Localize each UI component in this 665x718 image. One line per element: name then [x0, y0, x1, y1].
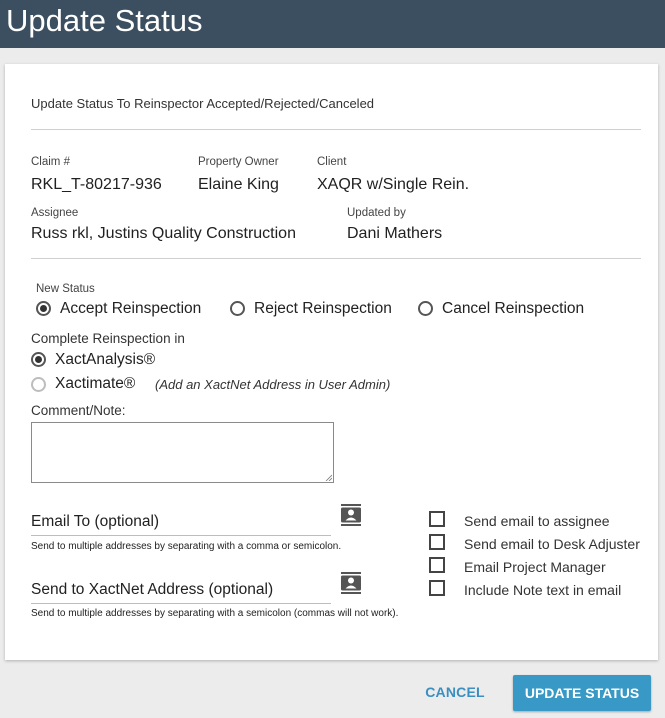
comment-label: Comment/Note: — [31, 403, 126, 418]
checkbox-send-email-assignee[interactable] — [429, 511, 445, 527]
claim-number: RKL_T-80217-936 — [31, 176, 162, 193]
divider — [31, 258, 641, 259]
radio-cancel-reinspection[interactable] — [418, 301, 433, 316]
email-to-underline — [31, 535, 331, 536]
client-value: XAQR w/Single Rein. — [317, 176, 470, 193]
radio-xactimate-label[interactable]: Xactimate® — [55, 375, 135, 393]
xactnet-help: Send to multiple addresses by separating… — [31, 608, 399, 619]
divider — [31, 129, 641, 130]
form-subtitle: Update Status To Reinspector Accepted/Re… — [31, 96, 375, 111]
xactnet-address-input[interactable]: Send to XactNet Address (optional) — [31, 581, 273, 599]
xactnet-hint: (Add an XactNet Address in User Admin) — [155, 377, 391, 392]
contact-book-icon[interactable] — [341, 504, 361, 526]
email-to-input[interactable]: Email To (optional) — [31, 513, 159, 531]
new-status-label: New Status — [36, 283, 95, 295]
updated-by-value: Dani Mathers — [347, 225, 443, 242]
claim-label: Claim # — [31, 156, 70, 168]
checkbox-send-email-assignee-label[interactable]: Send email to assignee — [464, 513, 610, 529]
comment-textarea[interactable] — [31, 422, 334, 483]
checkbox-email-project-manager-label[interactable]: Email Project Manager — [464, 559, 606, 575]
radio-reject-label[interactable]: Reject Reinspection — [254, 300, 392, 318]
property-owner-value: Elaine King — [198, 176, 279, 193]
update-status-card: Update Status To Reinspector Accepted/Re… — [5, 64, 658, 660]
radio-xactanalysis[interactable] — [31, 352, 46, 367]
radio-accept-label[interactable]: Accept Reinspection — [60, 300, 201, 318]
radio-xactanalysis-label[interactable]: XactAnalysis® — [55, 351, 155, 369]
page-title: Update Status — [6, 3, 203, 38]
assignee-value: Russ rkl, Justins Quality Construction — [31, 225, 296, 242]
radio-reject-reinspection[interactable] — [230, 301, 245, 316]
email-to-help: Send to multiple addresses by separating… — [31, 541, 342, 552]
client-label: Client — [317, 156, 347, 168]
radio-accept-reinspection[interactable] — [36, 301, 51, 316]
contact-book-icon[interactable] — [341, 572, 361, 594]
update-status-button[interactable]: UPDATE STATUS — [513, 675, 651, 711]
checkbox-send-email-desk-adjuster[interactable] — [429, 534, 445, 550]
cancel-button[interactable]: CANCEL — [414, 675, 496, 709]
updated-by-label: Updated by — [347, 207, 406, 219]
checkbox-include-note-text[interactable] — [429, 580, 445, 596]
checkbox-send-email-desk-adjuster-label[interactable]: Send email to Desk Adjuster — [464, 536, 640, 552]
radio-cancel-label[interactable]: Cancel Reinspection — [442, 300, 584, 318]
complete-in-label: Complete Reinspection in — [31, 331, 185, 346]
checkbox-email-project-manager[interactable] — [429, 557, 445, 573]
property-owner-label: Property Owner — [198, 156, 279, 168]
title-bar: Update Status — [0, 0, 665, 48]
checkbox-include-note-text-label[interactable]: Include Note text in email — [464, 582, 621, 598]
resize-handle-icon[interactable] — [325, 474, 332, 481]
radio-xactimate[interactable] — [31, 377, 46, 392]
xactnet-underline — [31, 603, 331, 604]
assignee-label: Assignee — [31, 207, 79, 219]
